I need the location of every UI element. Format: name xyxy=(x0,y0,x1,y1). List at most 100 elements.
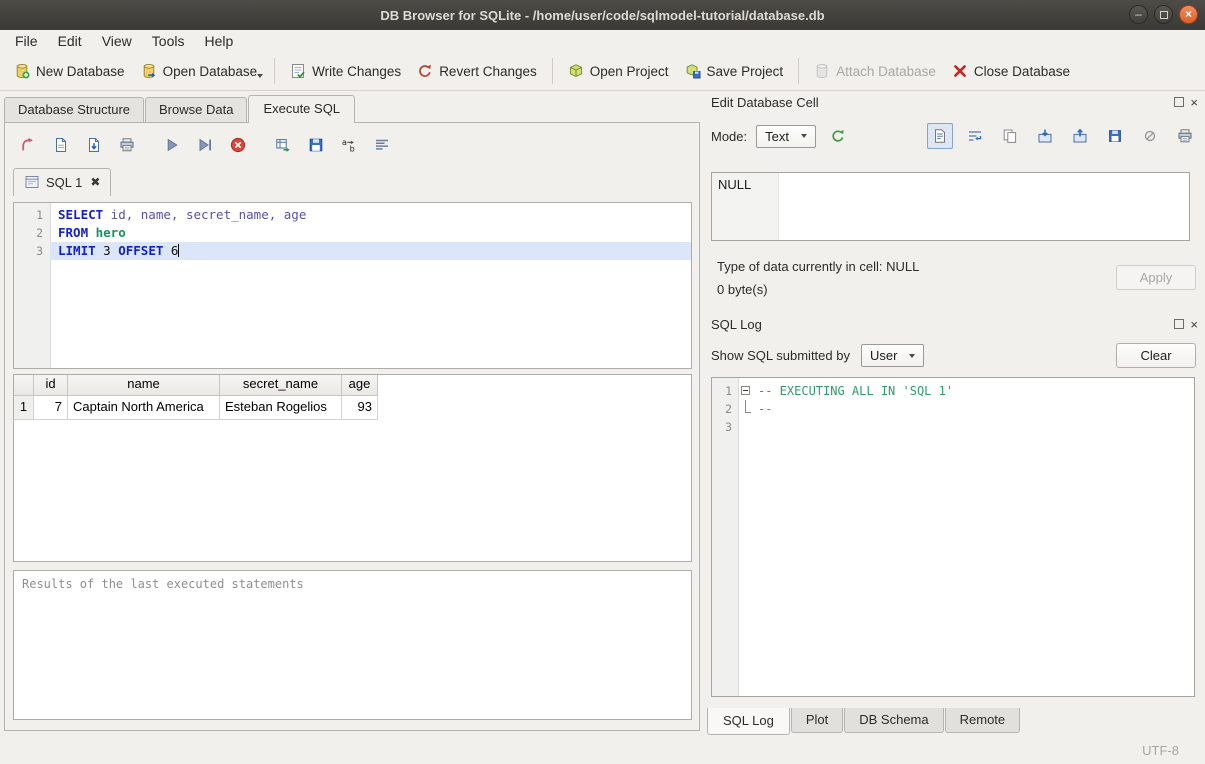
float-panel-icon[interactable] xyxy=(1174,97,1184,107)
auto-refresh-button[interactable] xyxy=(825,123,851,149)
attach-database-label: Attach Database xyxy=(836,64,936,79)
open-project-button[interactable]: Open Project xyxy=(560,59,677,83)
print-sql-button[interactable] xyxy=(114,132,140,158)
maximize-button[interactable] xyxy=(1154,5,1173,24)
export-results-icon xyxy=(275,137,291,153)
col-header-secret-name[interactable]: secret_name xyxy=(220,375,342,396)
find-replace-button[interactable]: ab xyxy=(336,132,362,158)
apply-button: Apply xyxy=(1116,265,1196,290)
editor-line-1[interactable]: 1SELECT id, name, secret_name, age xyxy=(14,206,691,224)
cell-size-info: 0 byte(s) xyxy=(717,282,768,297)
revert-changes-button[interactable]: Revert Changes xyxy=(409,59,545,83)
menu-file[interactable]: File xyxy=(6,31,47,51)
menu-edit[interactable]: Edit xyxy=(49,31,91,51)
print-cell-icon xyxy=(1177,128,1193,144)
main-toolbar: New Database Open Database Write ChangesRe… xyxy=(0,52,1205,91)
line-number: 2 xyxy=(14,224,50,242)
tab-database-structure[interactable]: Database Structure xyxy=(4,97,144,122)
editor-line-2[interactable]: 2FROM hero xyxy=(14,224,691,242)
revert-changes-icon xyxy=(417,63,433,79)
import-data-button[interactable] xyxy=(1032,123,1058,149)
text-mode-button[interactable] xyxy=(927,123,953,149)
dock-tab-remote[interactable]: Remote xyxy=(945,708,1021,733)
sql-tab[interactable]: SQL 1 ✖ xyxy=(13,168,111,196)
copy-cell-icon xyxy=(1002,128,1018,144)
minimize-button[interactable]: – xyxy=(1129,5,1148,24)
grid-cell[interactable]: Captain North America xyxy=(68,396,220,420)
format-sql-button[interactable] xyxy=(369,132,395,158)
export-results-button[interactable] xyxy=(270,132,296,158)
new-database-label: New Database xyxy=(36,64,125,79)
dock-tab-db-schema[interactable]: DB Schema xyxy=(844,708,943,733)
close-panel-icon[interactable]: × xyxy=(1190,318,1198,331)
chevron-down-icon xyxy=(909,354,915,358)
col-header-name[interactable]: name xyxy=(68,375,220,396)
close-tab-icon[interactable]: ✖ xyxy=(90,175,100,189)
close-panel-icon[interactable]: × xyxy=(1190,96,1198,109)
fold-line xyxy=(738,400,754,418)
results-placeholder: Results of the last executed statements xyxy=(22,577,304,591)
save-as-button[interactable] xyxy=(1102,123,1128,149)
clear-log-button[interactable]: Clear xyxy=(1116,343,1196,368)
menu-tools[interactable]: Tools xyxy=(143,31,194,51)
save-as-icon xyxy=(1107,128,1123,144)
save-results-button[interactable] xyxy=(303,132,329,158)
sql-editor[interactable]: 1SELECT id, name, secret_name, age2FROM … xyxy=(13,202,692,369)
export-data-button[interactable] xyxy=(1067,123,1093,149)
row-number[interactable]: 1 xyxy=(14,396,34,420)
execute-current-line-icon xyxy=(197,137,213,153)
save-project-button[interactable]: Save Project xyxy=(677,59,792,83)
open-database-button[interactable]: Open Database xyxy=(133,59,266,83)
set-null-button[interactable] xyxy=(1137,123,1163,149)
log-filter-combobox[interactable]: User xyxy=(861,344,924,367)
new-database-button[interactable]: New Database xyxy=(6,59,133,83)
copy-cell-button[interactable] xyxy=(997,123,1023,149)
grid-cell[interactable]: Esteban Rogelios xyxy=(220,396,342,420)
db-open-icon xyxy=(141,63,157,79)
save-sql-file-icon xyxy=(86,137,102,153)
close-button[interactable]: × xyxy=(1179,5,1198,24)
chevron-down-icon xyxy=(257,74,263,78)
export-data-icon xyxy=(1072,128,1088,144)
write-changes-icon xyxy=(290,63,306,79)
col-header-id[interactable]: id xyxy=(34,375,68,396)
open-tab-icon xyxy=(20,137,36,153)
grid-cell[interactable]: 93 xyxy=(342,396,378,420)
svg-text:b: b xyxy=(350,144,355,153)
editor-line-3[interactable]: 3LIMIT 3 OFFSET 6 xyxy=(14,242,691,260)
fold-marker-icon[interactable] xyxy=(738,382,754,400)
word-wrap-button[interactable] xyxy=(962,123,988,149)
open-sql-file-button[interactable] xyxy=(48,132,74,158)
sql-log-view[interactable]: 1-- EXECUTING ALL IN 'SQL 1'2--3 xyxy=(711,377,1195,697)
sql-tab-bar: SQL 1 ✖ xyxy=(13,168,111,196)
tab-browse-data[interactable]: Browse Data xyxy=(145,97,247,122)
auto-refresh-icon xyxy=(830,128,846,144)
title-bar: DB Browser for SQLite - /home/user/code/… xyxy=(0,0,1205,30)
execute-sql-panel: ab SQL 1 ✖ 1SELECT id, name, secret_name… xyxy=(4,122,700,731)
grid-cell[interactable]: 7 xyxy=(34,396,68,420)
save-results-icon xyxy=(308,137,324,153)
svg-text:a: a xyxy=(342,138,347,147)
dock-tab-sql-log[interactable]: SQL Log xyxy=(707,708,790,735)
menu-view[interactable]: View xyxy=(93,31,141,51)
close-database-button[interactable]: Close Database xyxy=(944,59,1078,83)
open-tab-button[interactable] xyxy=(15,132,41,158)
col-header-age[interactable]: age xyxy=(342,375,378,396)
print-cell-button[interactable] xyxy=(1172,123,1198,149)
stop-execution-button[interactable] xyxy=(225,132,251,158)
tab-execute-sql[interactable]: Execute SQL xyxy=(248,95,355,123)
menu-help[interactable]: Help xyxy=(195,31,242,51)
sql-tab-label: SQL 1 xyxy=(46,175,82,190)
results-grid: idnamesecret_nameage 17Captain North Amer… xyxy=(13,374,692,562)
save-sql-file-button[interactable] xyxy=(81,132,107,158)
log-line-3: 3 xyxy=(712,418,1194,436)
cell-editor[interactable]: NULL xyxy=(711,172,1190,241)
float-panel-icon[interactable] xyxy=(1174,319,1184,329)
execute-all-button[interactable] xyxy=(159,132,185,158)
open-database-dropdown[interactable] xyxy=(257,61,267,82)
dock-tab-plot[interactable]: Plot xyxy=(791,708,843,733)
write-changes-button[interactable]: Write Changes xyxy=(282,59,409,83)
mode-combobox[interactable]: Text xyxy=(756,125,816,148)
text-cursor xyxy=(178,244,179,257)
execute-current-line-button[interactable] xyxy=(192,132,218,158)
